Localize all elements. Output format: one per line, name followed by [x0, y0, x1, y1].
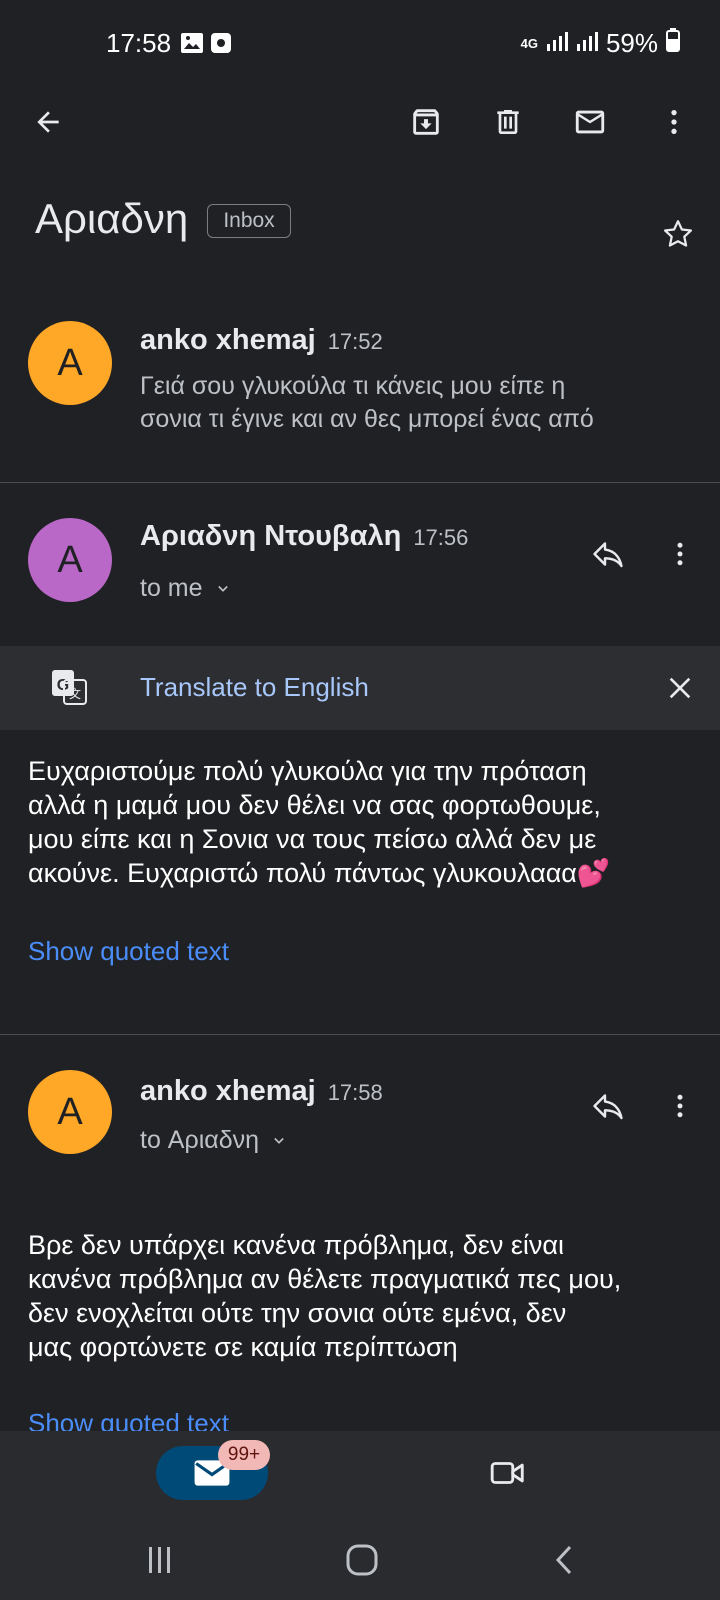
body-line: ακούνε. Ευχαριστώ πολύ πάντως γλυκουλααα…	[28, 858, 611, 888]
body-line: αλλά η μαμά μου δεν θέλει να σας φορτωθο…	[28, 790, 601, 820]
translate-link[interactable]: Translate to English	[140, 672, 369, 703]
body-line: δεν ενοχλείται ούτε την σονια ούτε εμένα…	[28, 1298, 567, 1328]
status-right: 4G 59%	[521, 28, 680, 59]
message-body: Ευχαριστούμε πολύ γλυκούλα για την πρότα…	[28, 754, 708, 890]
star-outline-icon	[663, 220, 693, 247]
signal-icon	[546, 28, 568, 59]
svg-text:文: 文	[69, 686, 81, 701]
message-more-button[interactable]	[656, 530, 704, 578]
recent-apps-button[interactable]	[136, 1536, 184, 1584]
nav-meet-tab[interactable]	[484, 1449, 532, 1497]
camera-notification-icon	[210, 32, 232, 59]
more-vert-icon	[677, 1094, 683, 1118]
divider	[0, 1034, 720, 1035]
signal-icon-2	[576, 28, 598, 59]
avatar-letter: A	[57, 1090, 83, 1133]
home-icon	[346, 1544, 378, 1576]
recipients-toggle[interactable]: to Αριαδνη	[140, 1126, 289, 1155]
message-snippet[interactable]: Γειά σου γλυκούλα τι κάνεις μου είπε η σ…	[140, 370, 594, 436]
network-type-label: 4G	[520, 36, 538, 51]
translate-icon: G文	[50, 668, 88, 711]
close-translate-button[interactable]	[656, 664, 704, 712]
system-back-button[interactable]	[540, 1536, 588, 1584]
inbox-label-chip[interactable]: Inbox	[207, 204, 291, 238]
battery-icon	[666, 28, 680, 59]
arrow-back-icon	[37, 111, 59, 133]
archive-icon	[413, 109, 439, 135]
unread-count-badge: 99+	[218, 1440, 270, 1470]
body-line: κανένα πρόβλημα αν θέλετε πραγματικά πες…	[28, 1264, 622, 1294]
more-vert-icon	[671, 110, 677, 134]
chevron-down-icon	[274, 1137, 284, 1144]
body-line: μου είπε και η Σονια να τους πείσω αλλά …	[28, 824, 597, 854]
back-button[interactable]	[24, 98, 72, 146]
home-button[interactable]	[338, 1536, 386, 1584]
recipients-label: to Αριαδνη	[140, 1126, 260, 1154]
avatar-letter: A	[57, 538, 83, 581]
delete-button[interactable]	[484, 98, 532, 146]
archive-button[interactable]	[402, 98, 450, 146]
recipients-label: to me	[140, 574, 203, 602]
chevron-down-icon	[217, 585, 228, 592]
message-more-button[interactable]	[656, 1082, 704, 1130]
show-quoted-text-link[interactable]: Show quoted text	[28, 936, 229, 967]
subject-title: Αριαδνη	[35, 195, 189, 242]
more-options-button[interactable]	[650, 98, 698, 146]
body-line: Ευχαριστούμε πολύ γλυκούλα για την πρότα…	[28, 756, 587, 786]
snippet-line: Γειά σου γλυκούλα τι κάνεις μου είπε η	[140, 372, 566, 400]
body-line: μας φορτώνετε σε καμία περίπτωση	[28, 1332, 458, 1362]
reply-button[interactable]	[584, 530, 632, 578]
message-time: 17:52	[327, 329, 383, 354]
status-time: 17:58	[106, 28, 172, 58]
mail-icon	[575, 110, 605, 134]
chevron-left-icon	[555, 1545, 572, 1575]
reply-icon	[593, 542, 623, 568]
avatar-letter: A	[57, 341, 83, 384]
mark-unread-button[interactable]	[566, 98, 614, 146]
recipients-toggle[interactable]: to me	[140, 574, 233, 603]
reply-button[interactable]	[584, 1082, 632, 1130]
sender-name: Αριαδνη Ντουβαλη	[140, 520, 402, 552]
body-line: Βρε δεν υπάρχει κανένα πρόβλημα, δεν είν…	[28, 1230, 565, 1260]
battery-percent: 59%	[605, 28, 658, 58]
trash-icon	[497, 110, 519, 134]
message-time: 17:58	[327, 1080, 383, 1105]
snippet-line: σονια τι έγινε και αν θες μπορεί ένας απ…	[140, 405, 594, 433]
close-icon	[669, 677, 691, 699]
video-camera-icon	[490, 1462, 524, 1484]
message-header[interactable]: anko xhemaj 17:52	[140, 324, 383, 357]
message-header[interactable]: Αριαδνη Ντουβαλη 17:56	[140, 520, 468, 553]
more-vert-icon	[677, 542, 683, 566]
recent-apps-icon	[149, 1547, 170, 1573]
reply-icon	[593, 1094, 623, 1120]
message-body: Βρε δεν υπάρχει κανένα πρόβλημα, δεν είν…	[28, 1228, 708, 1364]
sender-name: anko xhemaj	[140, 324, 316, 356]
star-button[interactable]	[654, 210, 702, 258]
avatar[interactable]: A	[28, 321, 112, 405]
sender-name: anko xhemaj	[140, 1075, 316, 1107]
message-time: 17:56	[413, 525, 469, 550]
message-header[interactable]: anko xhemaj 17:58	[140, 1075, 383, 1108]
avatar[interactable]: A	[28, 1070, 112, 1154]
divider	[0, 482, 720, 483]
gallery-notification-icon	[180, 32, 204, 59]
avatar[interactable]: A	[28, 518, 112, 602]
